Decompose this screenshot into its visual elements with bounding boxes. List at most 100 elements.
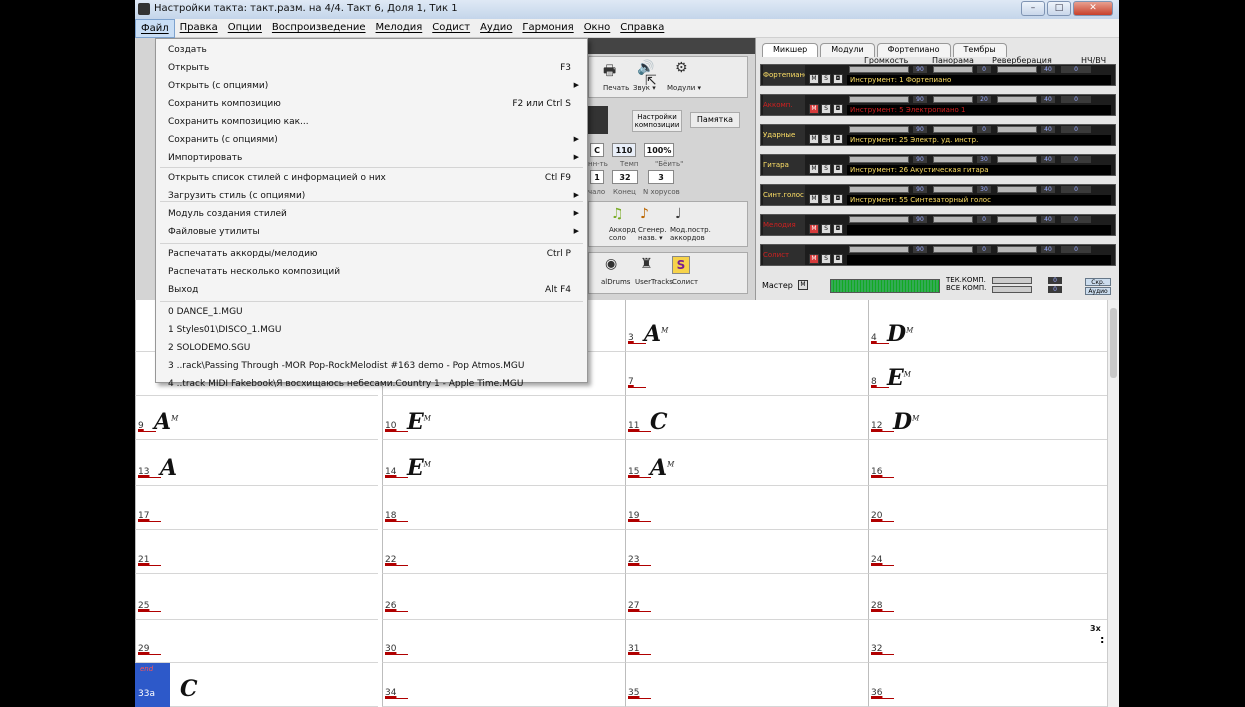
all-slider[interactable]: [992, 286, 1032, 293]
instrument-selector[interactable]: Инструмент: 55 Синтезаторный голос: [847, 195, 1111, 205]
chord-symbol[interactable]: AM: [650, 455, 674, 481]
volume-slider[interactable]: [849, 246, 909, 253]
menu-audio[interactable]: Аудио: [475, 19, 517, 38]
chord-bar[interactable]: 7: [625, 352, 868, 396]
gen-name-label[interactable]: Сгенер. назв. ▾: [638, 226, 668, 242]
mute-button[interactable]: M: [809, 134, 819, 144]
menu-harmony[interactable]: Гармония: [517, 19, 578, 38]
chord-bar[interactable]: 3 AM: [625, 300, 868, 352]
file-menu-item[interactable]: 0 DANCE_1.MGU: [156, 303, 587, 321]
record-button[interactable]: ◘: [833, 104, 843, 114]
chord-bar[interactable]: 18: [382, 486, 625, 530]
menu-file[interactable]: Файл: [135, 19, 175, 38]
chord-bar[interactable]: 22: [382, 530, 625, 574]
chord-bar[interactable]: 15 AM: [625, 440, 868, 486]
chord-bar[interactable]: 17: [135, 486, 378, 530]
solo-button[interactable]: S: [821, 74, 831, 84]
file-menu-item[interactable]: 4 ..track MIDI Fakebook\Я восхищаюсь неб…: [156, 375, 587, 393]
reverb-slider[interactable]: [997, 126, 1037, 133]
pan-slider[interactable]: [933, 66, 973, 73]
file-menu-item[interactable]: Модуль создания стилей ▶: [156, 205, 587, 223]
song-settings-button[interactable]: Настройки композиции: [632, 110, 682, 132]
pan-slider[interactable]: [933, 246, 973, 253]
file-menu-item[interactable]: 3 ..rack\Passing Through -MOR Pop-RockMe…: [156, 357, 587, 375]
chord-bar[interactable]: 12 DM: [868, 396, 1111, 440]
reverb-slider[interactable]: [997, 246, 1037, 253]
file-menu-item[interactable]: 1 Styles01\DISCO_1.MGU: [156, 321, 587, 339]
menu-melody[interactable]: Мелодия: [371, 19, 428, 38]
reverb-slider[interactable]: [997, 66, 1037, 73]
chord-bar[interactable]: 19: [625, 486, 868, 530]
generate-icon[interactable]: ♪: [640, 206, 649, 222]
file-menu-item[interactable]: Импортировать ▶: [156, 149, 587, 167]
modules-icon[interactable]: ⚙: [675, 60, 688, 76]
chord-symbol[interactable]: C: [180, 676, 198, 702]
chord-bar[interactable]: 11 C: [625, 396, 868, 440]
end-field[interactable]: 32: [612, 170, 638, 184]
start-field[interactable]: 1: [590, 170, 604, 184]
chord-bar[interactable]: 9 AM: [135, 396, 378, 440]
menu-help[interactable]: Справка: [615, 19, 669, 38]
key-field[interactable]: C: [590, 143, 604, 157]
chord-bar[interactable]: 16: [868, 440, 1111, 486]
usertracks-icon[interactable]: ♜: [640, 256, 653, 272]
volume-slider[interactable]: [849, 126, 909, 133]
solo-button[interactable]: S: [821, 194, 831, 204]
pan-slider[interactable]: [933, 96, 973, 103]
chord-bar[interactable]: 27: [625, 574, 868, 620]
chord-bar[interactable]: 14 EM: [382, 440, 625, 486]
chord-symbol[interactable]: AM: [644, 321, 668, 347]
file-menu-item[interactable]: Выход Alt F4: [156, 281, 587, 299]
tab-piano[interactable]: Фортепиано: [876, 43, 951, 57]
scrollbar-thumb[interactable]: [1110, 308, 1117, 378]
file-menu-item[interactable]: Сохранить (с опциями) ▶: [156, 131, 587, 149]
soloist-label[interactable]: Солист: [672, 278, 698, 286]
chord-symbol[interactable]: EM: [887, 365, 911, 391]
mute-button[interactable]: M: [809, 164, 819, 174]
chord-symbol[interactable]: A: [160, 455, 177, 481]
mod-chords-label[interactable]: Мод.постр. аккордов: [670, 226, 714, 242]
chord-symbol[interactable]: EM: [407, 455, 431, 481]
chord-bar[interactable]: 28: [868, 574, 1111, 620]
chord-bar[interactable]: 4 DM: [868, 300, 1111, 352]
file-menu-item[interactable]: Сохранить композицию как...: [156, 113, 587, 131]
menu-playback[interactable]: Воспроизведение: [267, 19, 371, 38]
solo-button[interactable]: S: [821, 254, 831, 264]
volume-slider[interactable]: [849, 216, 909, 223]
skr-button[interactable]: Скр.: [1085, 278, 1111, 286]
chord-symbol[interactable]: C: [650, 409, 668, 435]
modules-label[interactable]: Модули ▾: [667, 84, 701, 92]
realdrums-label[interactable]: alDrums: [601, 278, 630, 286]
instrument-selector[interactable]: Инструмент: 25 Электр. уд. инстр.: [847, 135, 1111, 145]
volume-slider[interactable]: [849, 96, 909, 103]
pan-slider[interactable]: [933, 156, 973, 163]
choruses-field[interactable]: 3: [648, 170, 674, 184]
solo-button[interactable]: S: [821, 104, 831, 114]
file-menu-item[interactable]: Файловые утилиты ▶: [156, 223, 587, 241]
chord-bar[interactable]: 25: [135, 574, 378, 620]
chord-bar[interactable]: 29: [135, 620, 378, 663]
record-button[interactable]: ◘: [833, 194, 843, 204]
print-label[interactable]: Печать: [603, 84, 629, 92]
menu-options[interactable]: Опции: [223, 19, 267, 38]
chord-solo-icon[interactable]: ♫: [611, 206, 624, 222]
solo-button[interactable]: S: [821, 224, 831, 234]
menu-edit[interactable]: Правка: [175, 19, 223, 38]
reverb-slider[interactable]: [997, 216, 1037, 223]
chord-bar[interactable]: 30: [382, 620, 625, 663]
percent-field[interactable]: 100%: [644, 143, 674, 157]
chord-bar[interactable]: 8 EM: [868, 352, 1111, 396]
file-menu-item[interactable]: Загрузить стиль (с опциями) ▶: [156, 187, 587, 205]
file-menu-item[interactable]: Сохранить композицию F2 или Ctrl S: [156, 95, 587, 113]
mute-button[interactable]: M: [809, 224, 819, 234]
track-name[interactable]: Фортепиано: [763, 65, 805, 85]
mod-chords-icon[interactable]: ♩: [675, 206, 682, 222]
chord-bar[interactable]: 31: [625, 620, 868, 663]
chord-bar[interactable]: 10 EM: [382, 396, 625, 440]
solo-button[interactable]: S: [821, 134, 831, 144]
volume-slider[interactable]: [849, 66, 909, 73]
instrument-selector[interactable]: Инструмент: 1 Фортепиано: [847, 75, 1111, 85]
reverb-slider[interactable]: [997, 96, 1037, 103]
printer-icon[interactable]: 🖶: [603, 60, 616, 84]
record-button[interactable]: ◘: [833, 164, 843, 174]
